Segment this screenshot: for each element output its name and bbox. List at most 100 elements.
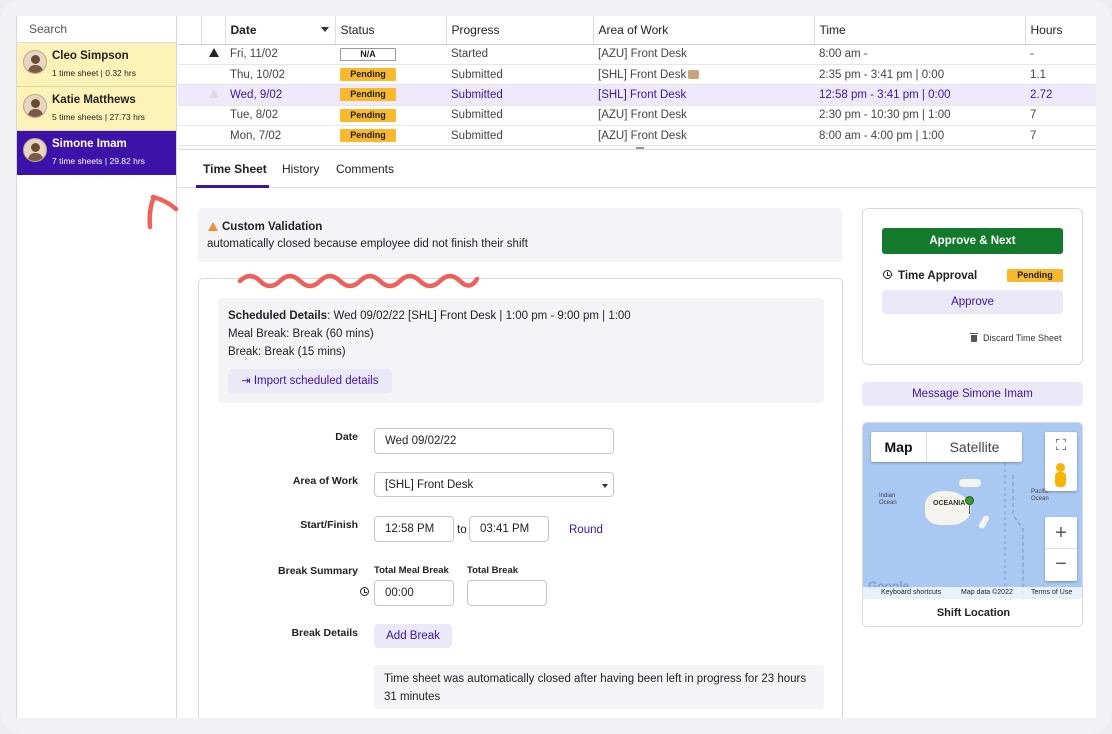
meal-break-field[interactable]: 00:00 — [374, 580, 454, 606]
row-progress: Submitted — [446, 64, 593, 86]
area-select[interactable]: [SHL] Front Desk — [374, 472, 614, 497]
date-label: Date — [335, 431, 358, 443]
import-scheduled-button[interactable]: ⇥ Import scheduled details — [228, 369, 392, 393]
status-badge: Pending — [340, 129, 396, 143]
location-pin-icon[interactable] — [965, 496, 974, 505]
employee-sidebar: Search Cleo Simpson 1 time sheet | 0.32 … — [17, 16, 177, 718]
note-icon — [688, 69, 700, 79]
employee-item-katie[interactable]: Katie Matthews 5 time sheets | 27.73 hrs — [17, 87, 176, 131]
table-header: Date Status Progress Area of Work Time H… — [178, 16, 1096, 45]
clock-icon — [360, 587, 369, 596]
warning-icon — [208, 222, 218, 231]
header-status[interactable]: Status — [334, 16, 446, 45]
avatar — [23, 138, 47, 162]
message-employee-button[interactable]: Message Simone Imam — [862, 382, 1083, 406]
map-landmass — [925, 491, 971, 525]
map-landmass — [959, 479, 981, 487]
header-area[interactable]: Area of Work — [592, 16, 814, 45]
active-tab-indicator — [196, 185, 269, 188]
avatar — [23, 50, 47, 74]
validation-title: Custom Validation — [222, 221, 323, 233]
map-label-indian: Indian Ocean — [879, 493, 897, 506]
tab-timesheet[interactable]: Time Sheet — [203, 162, 267, 176]
header-hours[interactable]: Hours — [1024, 16, 1096, 45]
status-badge: Pending — [340, 68, 396, 82]
row-area: [AZU] Front Desk — [593, 125, 814, 147]
table-row[interactable]: Mon, 7/02 Pending Submitted [AZU] Front … — [178, 125, 1096, 147]
start-time-field[interactable]: 12:58 PM — [374, 516, 454, 542]
row-date: Thu, 10/02 — [225, 64, 335, 86]
startfinish-label: Start/Finish — [300, 519, 358, 531]
satellite-tab[interactable]: Satellite — [927, 432, 1022, 462]
row-area: [AZU] Front Desk — [593, 44, 814, 65]
chevron-down-icon — [602, 484, 608, 488]
row-time: 12:58 pm - 3:41 pm | 0:00 — [814, 84, 1025, 106]
row-progress: Submitted — [446, 125, 593, 147]
header-date[interactable]: Date — [224, 16, 335, 45]
header-progress[interactable]: Progress — [445, 16, 593, 45]
break-line: Break: Break (15 mins) — [228, 346, 346, 358]
approve-next-button[interactable]: Approve & Next — [882, 228, 1063, 254]
header-time[interactable]: Time — [813, 16, 1025, 45]
break-field[interactable] — [467, 580, 547, 606]
fullscreen-icon[interactable]: ⛶ — [1045, 432, 1077, 462]
date-field[interactable]: Wed 09/02/22 — [374, 428, 614, 454]
table-row[interactable]: Fri, 11/02 N/A Started [AZU] Front Desk … — [178, 44, 1096, 65]
status-badge: N/A — [340, 47, 396, 61]
zoom-out-icon[interactable]: − — [1045, 549, 1077, 581]
zoom-in-icon[interactable]: + — [1045, 517, 1077, 549]
row-progress: Started — [446, 44, 593, 65]
tab-history[interactable]: History — [282, 162, 319, 176]
employee-summary: 7 time sheets | 29.82 hrs — [52, 156, 145, 166]
status-badge: Pending — [340, 108, 396, 122]
row-progress: Submitted — [446, 84, 593, 106]
total-break-label: Total Break — [467, 565, 519, 576]
import-icon: ⇥ — [241, 375, 254, 387]
approve-button[interactable]: Approve — [882, 290, 1063, 314]
scheduled-details: Scheduled Details: Wed 09/02/22 [SHL] Fr… — [218, 298, 824, 403]
search-input[interactable]: Search — [17, 16, 176, 43]
map-view[interactable]: OCEANIA Indian Ocean Pacific Ocean Map S… — [863, 423, 1082, 599]
employee-item-simone[interactable]: Simone Imam 7 time sheets | 29.82 hrs — [17, 131, 176, 175]
row-area: [SHL] Front Desk — [593, 84, 814, 106]
table-row-selected[interactable]: Wed, 9/02 Pending Submitted [SHL] Front … — [178, 84, 1096, 106]
row-time: 2:30 pm - 10:30 pm | 1:00 — [814, 105, 1025, 127]
map-data-text: Map data ©2022 — [961, 589, 1013, 596]
pegman-icon[interactable] — [1045, 459, 1077, 491]
keyboard-shortcuts-link[interactable]: Keyboard shortcuts — [881, 589, 941, 596]
row-date: Fri, 11/02 — [225, 44, 335, 65]
round-link[interactable]: Round — [569, 524, 603, 536]
timesheet-form: Scheduled Details: Wed 09/02/22 [SHL] Fr… — [198, 278, 843, 718]
warning-icon — [209, 88, 219, 98]
auto-close-note: Time sheet was automatically closed afte… — [374, 665, 824, 709]
employee-name: Simone Imam — [52, 138, 127, 150]
table-row[interactable]: Tue, 8/02 Pending Submitted [AZU] Front … — [178, 105, 1096, 127]
approval-panel: Approve & Next Time Approval Pending App… — [862, 208, 1083, 365]
time-approval-label: Time Approval — [898, 270, 978, 282]
validation-message: automatically closed because employee di… — [207, 238, 528, 250]
finish-time-field[interactable]: 03:41 PM — [469, 516, 549, 542]
add-break-button[interactable]: Add Break — [374, 624, 452, 648]
sort-down-icon[interactable] — [320, 27, 329, 32]
status-badge: Pending — [1007, 269, 1063, 282]
employee-item-cleo[interactable]: Cleo Simpson 1 time sheet | 0.32 hrs — [17, 43, 176, 87]
trash-icon — [970, 333, 978, 342]
row-date: Wed, 9/02 — [225, 84, 335, 106]
timesheet-table: Date Status Progress Area of Work Time H… — [178, 16, 1096, 147]
tab-comments[interactable]: Comments — [336, 162, 394, 176]
employee-name: Katie Matthews — [52, 94, 136, 106]
map-type-control: Map Satellite — [871, 432, 1022, 462]
annotation-squiggle — [237, 273, 480, 289]
table-row[interactable]: Thu, 10/02 Pending Submitted [SHL] Front… — [178, 64, 1096, 86]
warning-icon — [209, 48, 219, 58]
status-badge: Pending — [340, 88, 396, 102]
employee-summary: 1 time sheet | 0.32 hrs — [52, 68, 136, 78]
terms-link[interactable]: Terms of Use — [1031, 589, 1072, 596]
row-date: Mon, 7/02 — [225, 125, 335, 147]
discard-timesheet-link[interactable]: Discard Time Sheet — [983, 333, 1062, 343]
row-area: [AZU] Front Desk — [593, 105, 814, 127]
grip-icon — [636, 147, 644, 149]
meal-break-line: Meal Break: Break (60 mins) — [228, 328, 374, 340]
map-tab[interactable]: Map — [871, 432, 927, 462]
row-area: [SHL] Front Desk — [593, 64, 814, 86]
